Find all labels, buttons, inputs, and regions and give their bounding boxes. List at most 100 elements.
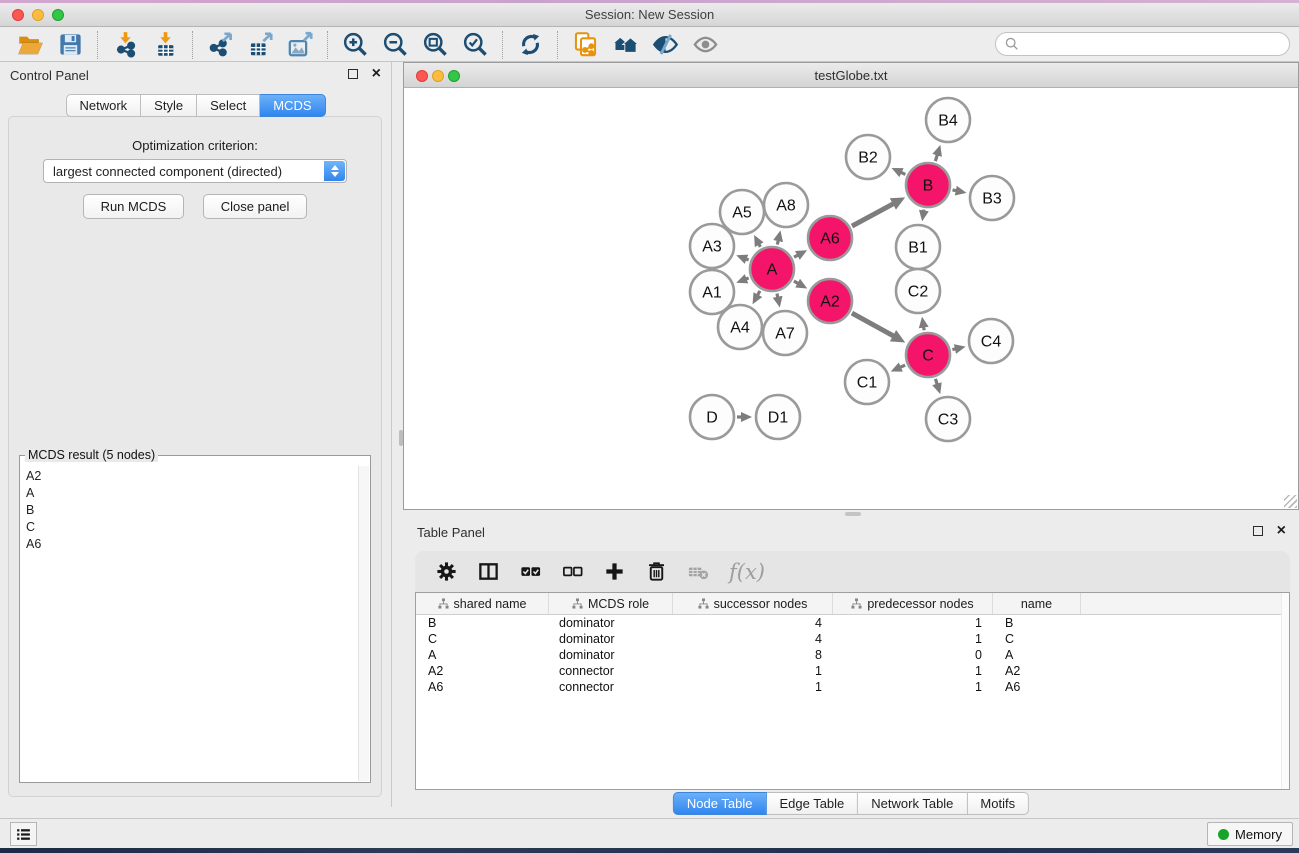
- mcds-result-list[interactable]: A2ABCA6: [20, 468, 358, 780]
- table-row[interactable]: Adominator80A: [416, 647, 1289, 663]
- search-field[interactable]: [995, 32, 1290, 56]
- edge-A6-B[interactable]: [852, 204, 894, 227]
- open-file-button[interactable]: [10, 30, 50, 60]
- table-row[interactable]: A6connector11A6: [416, 679, 1289, 695]
- resize-grip-icon[interactable]: [1284, 495, 1297, 508]
- zoom-fit-button[interactable]: [415, 30, 455, 60]
- cell[interactable]: C: [993, 631, 1081, 647]
- delete-table-button[interactable]: [685, 559, 711, 585]
- edge-B-B4[interactable]: [935, 154, 937, 161]
- cell[interactable]: 1: [833, 631, 993, 647]
- cell[interactable]: 0: [833, 647, 993, 663]
- zoom-in-button[interactable]: [335, 30, 375, 60]
- cell[interactable]: A6: [993, 679, 1081, 695]
- network-canvas[interactable]: B4B2BB3A8A5A6A3B1AA1C2A2A4A7C4CC1C3DD1: [403, 88, 1299, 510]
- edge-A-A2[interactable]: [794, 281, 799, 284]
- memory-button[interactable]: Memory: [1207, 822, 1293, 846]
- cell[interactable]: A2: [416, 663, 549, 679]
- export-image-button[interactable]: [280, 30, 320, 60]
- zoom-selected-button[interactable]: [455, 30, 495, 60]
- edge-C-C3[interactable]: [935, 379, 937, 385]
- column-header-name[interactable]: name: [993, 593, 1081, 614]
- settings-button[interactable]: [433, 559, 459, 585]
- save-session-button[interactable]: [50, 30, 90, 60]
- close-panel-button[interactable]: Close panel: [203, 194, 308, 219]
- result-item[interactable]: B: [20, 502, 358, 519]
- edge-B-B3[interactable]: [952, 190, 956, 191]
- cell[interactable]: 4: [673, 631, 833, 647]
- edge-A2-C[interactable]: [852, 313, 894, 336]
- cell[interactable]: 1: [673, 679, 833, 695]
- zoom-out-button[interactable]: [375, 30, 415, 60]
- dropdown-stepper-icon[interactable]: [324, 161, 345, 181]
- edge-C-C1[interactable]: [900, 365, 905, 367]
- close-table-panel-icon[interactable]: ×: [1277, 526, 1286, 536]
- import-network-button[interactable]: [105, 30, 145, 60]
- cell[interactable]: 8: [673, 647, 833, 663]
- columns-button[interactable]: [475, 559, 501, 585]
- table-row[interactable]: Cdominator41C: [416, 631, 1289, 647]
- column-header-shared-name[interactable]: shared name: [416, 593, 549, 614]
- tab-node-table[interactable]: Node Table: [673, 792, 767, 815]
- home-button[interactable]: [605, 30, 645, 60]
- edge-A-A4[interactable]: [757, 291, 760, 296]
- export-network-button[interactable]: [200, 30, 240, 60]
- result-scrollbar[interactable]: [358, 466, 369, 781]
- tab-select[interactable]: Select: [197, 94, 260, 117]
- edge-B-B2[interactable]: [901, 172, 906, 174]
- cell[interactable]: dominator: [549, 631, 673, 647]
- cell[interactable]: 1: [673, 663, 833, 679]
- cell[interactable]: A: [416, 647, 549, 663]
- column-header-predecessor-nodes[interactable]: predecessor nodes: [833, 593, 993, 614]
- edge-C-C2[interactable]: [924, 327, 925, 331]
- cell[interactable]: 4: [673, 615, 833, 631]
- node-table[interactable]: shared nameMCDS rolesuccessor nodesprede…: [415, 592, 1290, 790]
- import-table-button[interactable]: [145, 30, 185, 60]
- column-header-successor-nodes[interactable]: successor nodes: [673, 593, 833, 614]
- cell[interactable]: B: [416, 615, 549, 631]
- column-header-mcds-role[interactable]: MCDS role: [549, 593, 673, 614]
- edge-A-A7[interactable]: [777, 293, 778, 297]
- add-row-button[interactable]: [601, 559, 627, 585]
- run-mcds-button[interactable]: Run MCDS: [83, 194, 185, 219]
- splitter-handle-horizontal[interactable]: [845, 512, 861, 516]
- delete-row-button[interactable]: [643, 559, 669, 585]
- export-table-button[interactable]: [240, 30, 280, 60]
- tab-style[interactable]: Style: [141, 94, 197, 117]
- cell[interactable]: 1: [833, 663, 993, 679]
- table-scrollbar[interactable]: [1281, 593, 1289, 789]
- cell[interactable]: connector: [549, 679, 673, 695]
- network-graph[interactable]: B4B2BB3A8A5A6A3B1AA1C2A2A4A7C4CC1C3DD1: [404, 88, 1298, 508]
- result-item[interactable]: A6: [20, 536, 358, 553]
- edge-A-A5[interactable]: [759, 244, 761, 247]
- edge-C-C4[interactable]: [952, 349, 955, 350]
- show-details-button[interactable]: [685, 30, 725, 60]
- cell[interactable]: A: [993, 647, 1081, 663]
- edge-A-A3[interactable]: [746, 259, 749, 260]
- tab-network[interactable]: Network: [65, 94, 141, 117]
- cell[interactable]: 1: [833, 679, 993, 695]
- close-panel-icon[interactable]: ×: [372, 69, 381, 79]
- tab-edge-table[interactable]: Edge Table: [766, 792, 858, 815]
- deselect-all-button[interactable]: [559, 559, 585, 585]
- cell[interactable]: B: [993, 615, 1081, 631]
- table-row[interactable]: A2connector11A2: [416, 663, 1289, 679]
- cell[interactable]: 1: [833, 615, 993, 631]
- tab-mcds[interactable]: MCDS: [260, 94, 325, 117]
- float-panel-icon[interactable]: [348, 69, 358, 79]
- result-item[interactable]: A2: [20, 468, 358, 485]
- tab-motifs[interactable]: Motifs: [967, 792, 1029, 815]
- apply-layout-button[interactable]: [510, 30, 550, 60]
- cell[interactable]: A6: [416, 679, 549, 695]
- network-file-button[interactable]: [565, 30, 605, 60]
- main-titlebar[interactable]: Session: New Session: [0, 3, 1299, 27]
- splitter-handle-vertical[interactable]: [399, 430, 403, 446]
- cell[interactable]: dominator: [549, 615, 673, 631]
- hide-panel-button[interactable]: [645, 30, 685, 60]
- tab-network-table[interactable]: Network Table: [858, 792, 967, 815]
- edge-A-A1[interactable]: [746, 278, 749, 279]
- result-item[interactable]: A: [20, 485, 358, 502]
- edge-A-A6[interactable]: [794, 255, 798, 257]
- cell[interactable]: dominator: [549, 647, 673, 663]
- cell[interactable]: A2: [993, 663, 1081, 679]
